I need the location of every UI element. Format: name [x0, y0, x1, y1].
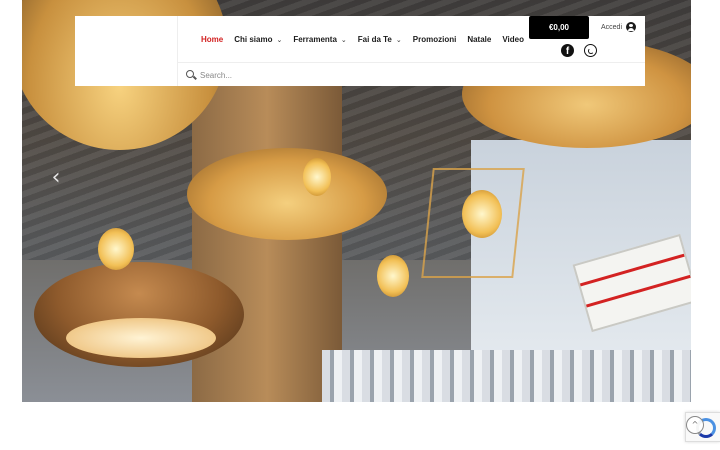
light-bulb — [462, 190, 502, 238]
user-icon — [626, 22, 637, 32]
logo[interactable] — [75, 16, 178, 86]
chevron-down-icon: ⌄ — [395, 36, 402, 44]
page: ‹ › HomeChi siamo⌄Ferramenta⌄Fai da Te⌄P… — [0, 0, 720, 450]
slider-prev-arrow-icon[interactable]: ‹ — [46, 167, 66, 189]
nav-item-fai-da-te[interactable]: Fai da Te ⌄ — [358, 33, 402, 47]
nav-item-video[interactable]: Video — [502, 33, 524, 47]
nav-item-chi-siamo[interactable]: Chi siamo ⌄ — [234, 33, 282, 47]
hero-pillar — [192, 80, 342, 402]
nav-item-promozioni[interactable]: Promozioni — [413, 33, 457, 47]
whatsapp-icon[interactable] — [584, 44, 597, 57]
lamp-glow — [66, 318, 216, 358]
nav-item-label: Home — [201, 35, 224, 44]
facebook-icon[interactable]: f — [561, 44, 574, 57]
search-bar — [178, 62, 645, 86]
nav-item-label: Natale — [467, 35, 492, 44]
nav-item-label: Video — [502, 35, 524, 44]
site-header: Home Chi siamo ⌄ Ferramenta ⌄ Fai da Te ⌄ Promo… — [75, 16, 645, 86]
nav-item-label: Ferramenta — [293, 35, 337, 44]
chevron-down-icon: ⌄ — [276, 36, 283, 44]
light-bulb — [303, 158, 331, 196]
pendant-lamp — [187, 148, 387, 240]
nav-item-natale[interactable]: Natale — [467, 33, 491, 47]
cart-button[interactable]: €0,00 — [529, 16, 589, 39]
main-nav: Home Chi siamo ⌄ Ferramenta ⌄ Fai da Te ⌄ Promo… — [201, 33, 535, 47]
light-bulb — [377, 255, 409, 297]
search-input[interactable] — [200, 67, 630, 83]
hero-shelves — [322, 350, 691, 402]
light-bulb — [98, 228, 134, 270]
chevron-down-icon: ⌄ — [340, 36, 347, 44]
login-label: Accedi — [601, 23, 623, 31]
nav-item-home[interactable]: Home — [201, 33, 223, 47]
nav-item-label: Promozioni — [412, 35, 457, 44]
nav-item-label: Fai da Te — [357, 35, 392, 44]
scroll-top-button[interactable]: ^ — [686, 416, 704, 434]
login-link[interactable]: Accedi — [601, 22, 637, 32]
nav-item-ferramenta[interactable]: Ferramenta ⌄ — [293, 33, 346, 47]
search-icon[interactable] — [186, 70, 194, 78]
nav-item-label: Chi siamo — [234, 35, 273, 44]
